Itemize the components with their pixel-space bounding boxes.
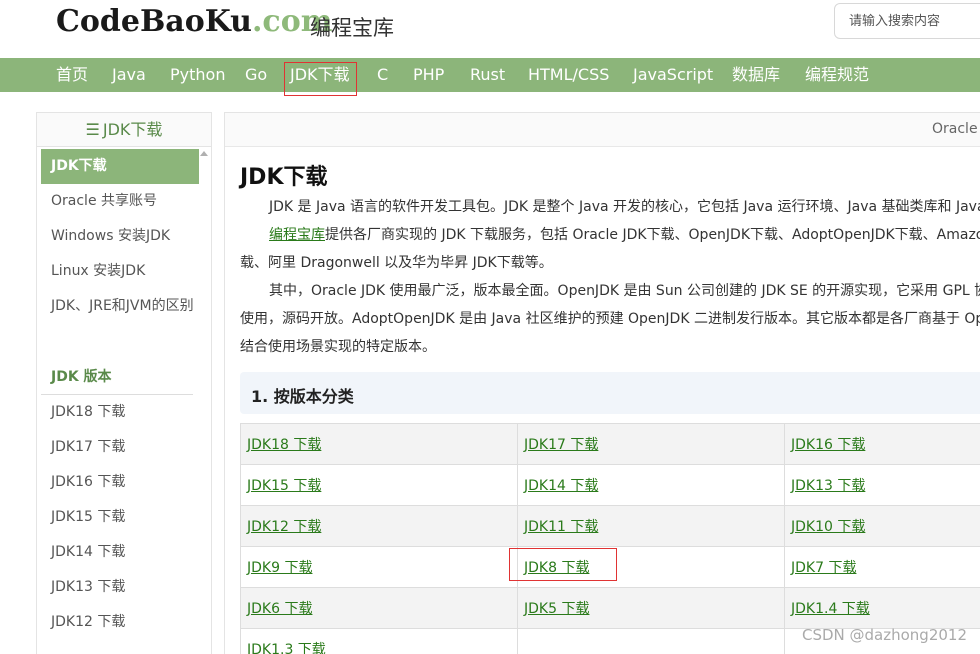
nav-item-go[interactable]: Go [245, 58, 267, 92]
sidebar: ☰ JDK下载 JDK下载 Oracle 共享账号 Windows 安装JDK L… [36, 112, 212, 654]
section-title: 1. 按版本分类 [251, 387, 354, 406]
download-link-jdk18[interactable]: JDK18 下载 [247, 437, 321, 453]
nav-item-rust[interactable]: Rust [470, 58, 505, 92]
sidebar-item-oracle-account[interactable]: Oracle 共享账号 [41, 184, 199, 219]
sidebar-item-jdk15[interactable]: JDK15 下载 [41, 500, 199, 535]
intro-paragraph-2-text: 提供各厂商实现的 JDK 下载服务，包括 Oracle JDK下载、OpenJD… [325, 227, 980, 243]
sidebar-item-jdk17[interactable]: JDK17 下载 [41, 430, 199, 465]
nav-item-database[interactable]: 数据库 [732, 58, 780, 92]
intro-paragraph-1: JDK 是 Java 语言的软件开发工具包。JDK 是整个 Java 开发的核心… [269, 199, 980, 215]
codebaoku-link[interactable]: 编程宝库 [269, 227, 325, 243]
site-header: CodeBaoKu.com 编程宝库 [0, 0, 980, 58]
download-link-jdk10[interactable]: JDK10 下载 [791, 519, 865, 535]
nav-active-highlight [284, 62, 357, 96]
download-link-jdk17[interactable]: JDK17 下载 [524, 437, 598, 453]
download-link-jdk15[interactable]: JDK15 下载 [247, 478, 321, 494]
sidebar-item-jdk-download[interactable]: JDK下载 [41, 149, 199, 184]
download-link-jdk12[interactable]: JDK12 下载 [247, 519, 321, 535]
nav-item-coding-standards[interactable]: 编程规范 [805, 58, 869, 92]
sidebar-item-jdk16[interactable]: JDK16 下载 [41, 465, 199, 500]
menu-icon[interactable]: ☰ [86, 120, 100, 139]
sidebar-item-jdk18[interactable]: JDK18 下载 [41, 395, 199, 430]
sidebar-item-linux-install[interactable]: Linux 安装JDK [41, 254, 199, 289]
intro-paragraph-2-cont: 载、阿里 Dragonwell 以及华为毕昇 JDK下载等。 [240, 255, 553, 271]
table-row: JDK18 下载 JDK17 下载 JDK16 下载 [240, 423, 980, 465]
download-table: JDK18 下载 JDK17 下载 JDK16 下载 JDK15 下载 JDK1… [240, 423, 980, 654]
sidebar-item-jdk12[interactable]: JDK12 下载 [41, 605, 199, 640]
sidebar-title-label: JDK下载 [102, 120, 163, 139]
nav-item-java[interactable]: Java [112, 58, 146, 92]
nav-item-python[interactable]: Python [170, 58, 225, 92]
download-link-jdk7[interactable]: JDK7 下载 [791, 560, 856, 576]
sidebar-item-jdk13[interactable]: JDK13 下载 [41, 570, 199, 605]
intro-paragraph-3-line2: 使用，源码开放。AdoptOpenJDK 是由 Java 社区维护的预建 Ope… [240, 311, 980, 327]
nav-item-javascript[interactable]: JavaScript [633, 58, 713, 92]
logo-text: CodeBaoKu [56, 4, 252, 39]
sidebar-scrollbar[interactable] [199, 151, 209, 654]
watermark: CSDN @dazhong2012 [802, 626, 968, 644]
page-title: JDK下载 [240, 165, 328, 190]
download-link-jdk9[interactable]: JDK9 下载 [247, 560, 312, 576]
download-link-jdk6[interactable]: JDK6 下载 [247, 601, 312, 617]
table-row: JDK6 下载 JDK5 下载 JDK1.4 下载 [240, 587, 980, 629]
table-row: JDK12 下载 JDK11 下载 JDK10 下载 [240, 505, 980, 547]
sidebar-item-jdk14[interactable]: JDK14 下载 [41, 535, 199, 570]
scroll-up-arrow-icon[interactable] [200, 151, 208, 156]
breadcrumb[interactable]: Oracle [932, 121, 978, 137]
nav-item-php[interactable]: PHP [413, 58, 444, 92]
section-header: 1. 按版本分类 [240, 372, 980, 414]
download-link-jdk11[interactable]: JDK11 下载 [524, 519, 598, 535]
download-link-jdk14[interactable]: JDK14 下载 [524, 478, 598, 494]
content-topbar [225, 113, 980, 147]
site-name-cn: 编程宝库 [310, 16, 394, 40]
download-link-jdk13[interactable]: JDK13 下载 [791, 478, 865, 494]
table-row: JDK15 下载 JDK14 下载 JDK13 下载 [240, 464, 980, 506]
sidebar-list: JDK下载 Oracle 共享账号 Windows 安装JDK Linux 安装… [41, 149, 199, 640]
nav-item-html-css[interactable]: HTML/CSS [528, 58, 609, 92]
main-nav: 首页 Java Python Go JDK下载 C PHP Rust HTML/… [0, 58, 980, 92]
jdk8-highlight-box [509, 548, 617, 581]
nav-item-home[interactable]: 首页 [56, 58, 88, 92]
sidebar-section-jdk-versions: JDK 版本 [41, 359, 193, 395]
intro-paragraph-2: 编程宝库提供各厂商实现的 JDK 下载服务，包括 Oracle JDK下载、Op… [269, 224, 980, 244]
download-link-jdk1-4[interactable]: JDK1.4 下载 [791, 601, 870, 617]
sidebar-item-jdk-jre-jvm[interactable]: JDK、JRE和JVM的区别 [41, 289, 199, 359]
download-link-jdk5[interactable]: JDK5 下载 [524, 601, 589, 617]
search-input[interactable] [834, 3, 980, 39]
nav-item-c[interactable]: C [377, 58, 388, 92]
sidebar-item-windows-install[interactable]: Windows 安装JDK [41, 219, 199, 254]
intro-paragraph-3-line3: 结合使用场景实现的特定版本。 [240, 339, 436, 355]
site-logo[interactable]: CodeBaoKu.com [56, 4, 332, 39]
download-link-jdk1-3[interactable]: JDK1.3 下载 [247, 642, 326, 654]
download-link-jdk16[interactable]: JDK16 下载 [791, 437, 865, 453]
intro-paragraph-3: 其中，Oracle JDK 使用最广泛，版本最全面。OpenJDK 是由 Sun… [269, 283, 980, 299]
sidebar-title: ☰ JDK下载 [37, 113, 211, 147]
